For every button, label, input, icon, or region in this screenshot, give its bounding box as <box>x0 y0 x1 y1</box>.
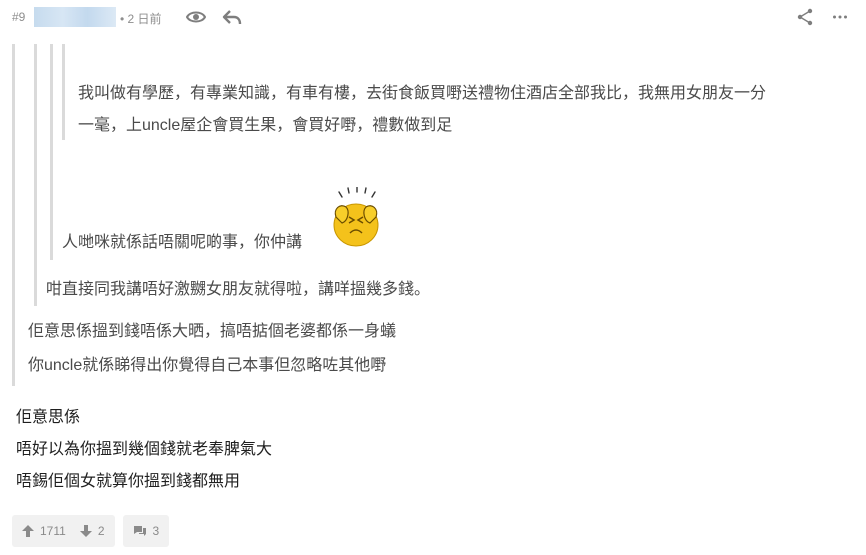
quote-line: 人哋咪就係話唔關呢啲事，你仲講 <box>62 234 303 251</box>
quote-level1: 佢意思係搵到錢唔係大晒，搞唔掂個老婆都係一身蟻 你uncle就係睇得出你覺得自己… <box>28 322 396 382</box>
quote-level4: 我叫做有學歷，有專業知識，有車有樓，去街食飯買嘢送禮物住酒店全部我比，我無用女朋… <box>78 78 766 142</box>
reply-line: 唔錫佢個女就算你搵到錢都無用 <box>16 473 241 490</box>
quote-line: 一毫，上uncle屋企會買生果，會買好嘢，禮數做到足 <box>78 117 453 134</box>
comment-icon <box>133 526 146 536</box>
eye-icon[interactable] <box>185 7 207 32</box>
post-time: • 2 日前 <box>120 12 162 26</box>
upvote-count: 1711 <box>40 524 66 538</box>
comment-button[interactable]: 3 <box>122 515 170 547</box>
quote-line: 我叫做有學歷，有專業知識，有車有樓，去街食飯買嘢送禮物住酒店全部我比，我無用女朋… <box>78 85 767 102</box>
quote-line: 咁直接同我講唔好激嬲女朋友就得啦，講咩搵幾多錢。 <box>46 281 431 298</box>
reply-line: 唔好以為你搵到幾個錢就老奉脾氣大 <box>16 441 273 458</box>
upvote-button[interactable]: 1711 <box>22 524 66 538</box>
reply-line: 佢意思係 <box>16 409 81 426</box>
quote-line: 你uncle就係睇得出你覺得自己本事但忽略咗其他嘢 <box>28 357 387 374</box>
quote-bar-level4 <box>62 44 65 140</box>
vote-button-group: 1711 2 <box>12 515 115 547</box>
quote-level3: 人哋咪就係話唔關呢啲事，你仲講 <box>62 227 302 259</box>
post-header: #9 • 2 日前 <box>0 0 866 36</box>
post-actions: 1711 2 3 <box>12 515 170 547</box>
quote-bar-level1 <box>12 44 15 386</box>
reply-body: 佢意思係 唔好以為你搵到幾個錢就老奉脾氣大 唔錫佢個女就算你搵到錢都無用 <box>16 402 272 498</box>
reply-arrow-icon[interactable] <box>222 7 242 32</box>
more-dots-icon[interactable] <box>832 9 848 30</box>
quote-level2: 咁直接同我講唔好激嬲女朋友就得啦，講咩搵幾多錢。 <box>46 274 430 306</box>
quote-line: 佢意思係搵到錢唔係大晒，搞唔掂個老婆都係一身蟻 <box>28 323 397 340</box>
quote-bar-level2 <box>34 44 37 306</box>
arrow-down-icon <box>79 525 92 537</box>
downvote-button[interactable]: 2 <box>79 524 105 538</box>
post-number: #9 <box>12 10 26 24</box>
frustrated-sticker <box>333 187 379 247</box>
share-icon[interactable] <box>795 7 815 32</box>
downvote-count: 2 <box>97 524 105 538</box>
comment-count: 3 <box>152 524 160 538</box>
username-blurred[interactable] <box>34 7 116 27</box>
arrow-up-icon <box>22 525 34 537</box>
quote-bar-level3 <box>50 44 53 260</box>
